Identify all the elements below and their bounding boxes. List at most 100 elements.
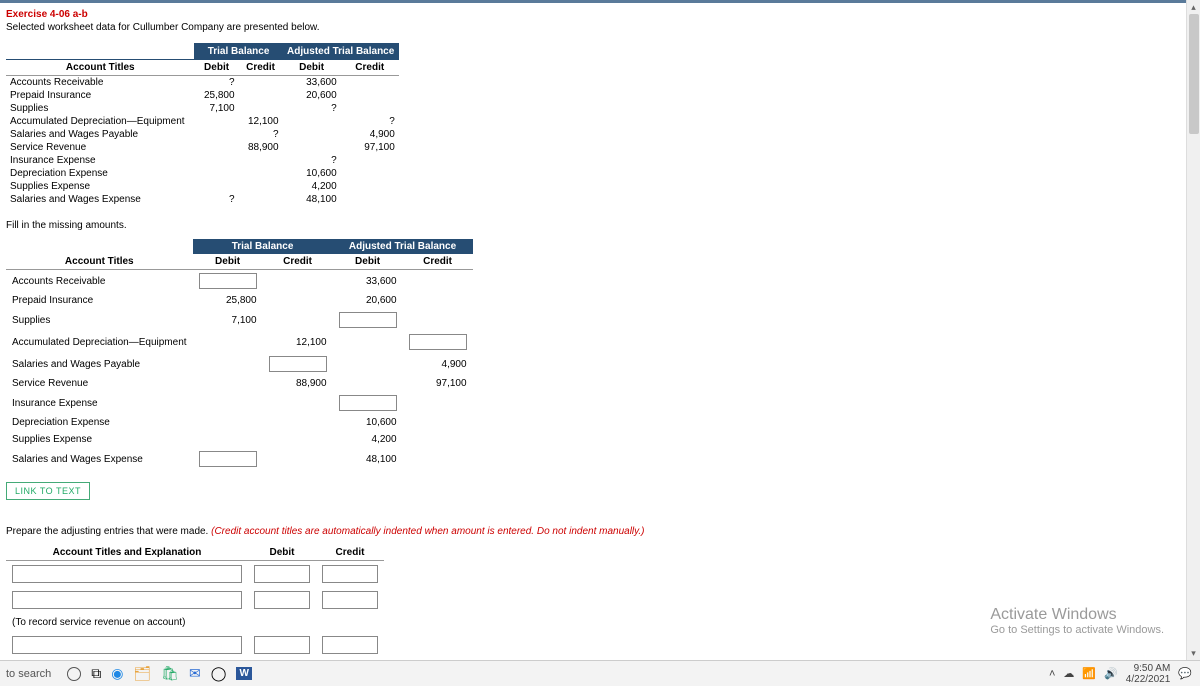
vertical-scrollbar[interactable]: ▴ ▾ — [1186, 0, 1200, 660]
chrome-icon[interactable]: ◯ — [211, 665, 227, 682]
tb-credit-cell — [239, 76, 283, 90]
task-view-icon[interactable]: ⧉ — [91, 665, 101, 682]
taskbar-time: 9:50 AM — [1126, 663, 1171, 674]
tb-debit-input[interactable] — [199, 451, 257, 467]
cortana-icon[interactable] — [67, 667, 81, 681]
atb-debit-cell — [333, 375, 403, 392]
entry1-account1-input[interactable] — [12, 565, 242, 583]
tb-debit-input[interactable] — [199, 273, 257, 289]
taskbar-clock[interactable]: 9:50 AM 4/22/2021 — [1126, 663, 1171, 685]
table-row: Supplies7,100 — [6, 309, 473, 331]
explorer-icon[interactable]: 🗂 — [133, 665, 151, 682]
tb-debit-cell — [195, 141, 239, 154]
given-data-table: Trial Balance Adjusted Trial Balance Acc… — [6, 43, 399, 206]
edge-icon[interactable]: ◉ — [111, 665, 123, 682]
tb-credit-cell — [239, 102, 283, 115]
t2-tb-header: Trial Balance — [193, 239, 333, 254]
word-icon[interactable]: W — [236, 667, 251, 680]
fill-missing-prompt: Fill in the missing amounts. — [6, 220, 1200, 231]
tray-chevron-icon[interactable]: ˄ — [1049, 668, 1055, 680]
col-atb-debit: Debit — [283, 60, 341, 76]
entry1-credit1-input[interactable] — [322, 565, 378, 583]
tb-debit-cell — [193, 353, 263, 375]
entry1-debit1-input[interactable] — [254, 565, 310, 583]
store-icon[interactable]: 🛍 — [161, 665, 179, 682]
row-title: Salaries and Wages Expense — [6, 193, 195, 206]
atb-debit-cell: 10,600 — [283, 167, 341, 180]
exercise-title: Exercise 4-06 a-b — [6, 9, 1200, 20]
tray-volume-icon[interactable]: 🔊 — [1104, 667, 1118, 680]
table-row: Service Revenue88,90097,100 — [6, 375, 473, 392]
tb-header: Trial Balance — [195, 44, 283, 60]
tb-debit-cell — [195, 167, 239, 180]
t2-col-tb-d: Debit — [193, 254, 263, 270]
taskbar-search-text[interactable]: to search — [0, 668, 61, 680]
tb-credit-cell — [239, 180, 283, 193]
table-row: Supplies7,100? — [6, 102, 399, 115]
tb-credit-cell — [239, 89, 283, 102]
row-title: Depreciation Expense — [6, 414, 193, 431]
row-title: Supplies — [6, 309, 193, 331]
entry2-credit1-input[interactable] — [322, 636, 378, 654]
atb-debit-cell — [283, 115, 341, 128]
tray-wifi-icon[interactable]: 📶 — [1082, 667, 1096, 680]
atb-credit-input[interactable] — [409, 334, 467, 350]
row-title: Insurance Expense — [6, 154, 195, 167]
tb-debit-cell: 7,100 — [195, 102, 239, 115]
tb-debit-cell — [193, 331, 263, 353]
tray-onedrive-icon[interactable]: ☁ — [1063, 667, 1074, 680]
tb-credit-cell: ? — [239, 128, 283, 141]
tb-credit-cell — [263, 270, 333, 293]
tb-credit-cell — [263, 431, 333, 448]
tb-credit-input[interactable] — [269, 356, 327, 372]
atb-debit-input[interactable] — [339, 395, 397, 411]
atb-credit-cell — [403, 270, 473, 293]
row-title: Insurance Expense — [6, 392, 193, 414]
row-title: Accumulated Depreciation—Equipment — [6, 331, 193, 353]
tb-credit-cell — [263, 392, 333, 414]
table-row: Salaries and Wages Expense?48,100 — [6, 193, 399, 206]
tb-debit-cell: ? — [195, 193, 239, 206]
notifications-icon[interactable]: 💬 — [1178, 667, 1192, 680]
link-to-text-button[interactable]: LINK TO TEXT — [6, 482, 90, 500]
t3-col-debit: Debit — [248, 545, 316, 561]
entry2-debit1-input[interactable] — [254, 636, 310, 654]
atb-debit-input[interactable] — [339, 312, 397, 328]
entry1-account2-input[interactable] — [12, 591, 242, 609]
scroll-thumb[interactable] — [1189, 14, 1199, 134]
atb-debit-cell — [333, 331, 403, 353]
table-row: Accumulated Depreciation—Equipment12,100 — [6, 331, 473, 353]
adjusting-entries-table: Account Titles and Explanation Debit Cre… — [6, 545, 384, 660]
scroll-down-icon[interactable]: ▾ — [1187, 646, 1200, 660]
atb-credit-cell: 97,100 — [341, 141, 399, 154]
col-account-titles: Account Titles — [6, 60, 195, 76]
table-row: Insurance Expense? — [6, 154, 399, 167]
t3-col-credit: Credit — [316, 545, 384, 561]
atb-debit-cell: ? — [283, 102, 341, 115]
tb-debit-cell — [193, 375, 263, 392]
atb-debit-cell: 10,600 — [333, 414, 403, 431]
atb-debit-cell — [283, 128, 341, 141]
entry2-account1-input[interactable] — [12, 636, 242, 654]
atb-debit-cell: 4,200 — [283, 180, 341, 193]
row-title: Salaries and Wages Payable — [6, 353, 193, 375]
tb-debit-cell: 7,100 — [193, 309, 263, 331]
table-row: Salaries and Wages Payable?4,900 — [6, 128, 399, 141]
entry1-label: (To record service revenue on account) — [6, 613, 384, 632]
atb-credit-cell — [403, 309, 473, 331]
scroll-up-icon[interactable]: ▴ — [1187, 0, 1200, 14]
atb-credit-cell — [341, 102, 399, 115]
atb-credit-cell — [341, 154, 399, 167]
atb-credit-cell: ? — [341, 115, 399, 128]
tb-credit-cell: 12,100 — [239, 115, 283, 128]
row-title: Salaries and Wages Payable — [6, 128, 195, 141]
row-title: Service Revenue — [6, 141, 195, 154]
entry1-debit2-input[interactable] — [254, 591, 310, 609]
exercise-subtitle: Selected worksheet data for Cullumber Co… — [6, 22, 1200, 33]
mail-icon[interactable]: ✉ — [189, 665, 201, 682]
entry1-credit2-input[interactable] — [322, 591, 378, 609]
atb-credit-cell — [341, 193, 399, 206]
tb-debit-cell: 25,800 — [195, 89, 239, 102]
tb-debit-cell — [195, 154, 239, 167]
atb-debit-cell: 33,600 — [283, 76, 341, 90]
